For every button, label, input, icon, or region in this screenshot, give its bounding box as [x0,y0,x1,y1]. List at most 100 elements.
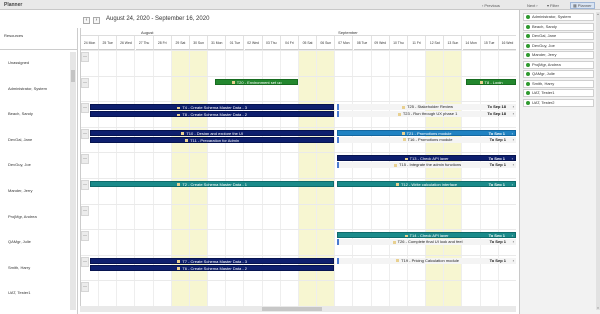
scroll-up-icon[interactable]: ▴ [596,12,600,16]
person-icon [526,100,530,105]
row-handle[interactable]: — [81,205,89,216]
next-button[interactable]: Next › [527,2,538,9]
panel-resource-item[interactable]: DevGal, Jane [523,32,594,40]
task-end-date: To Sep 1 [488,156,505,162]
resource-panel: ▴ ▾ Administrator, System Beach, Sandy DevG… [519,10,600,314]
resource-label: DevGal, Jane [8,136,33,142]
task-icon [479,81,483,84]
task-label: T8 - Login [484,79,503,85]
task-bar[interactable]: T10 - Design and explore the UI [90,129,335,136]
task-bar[interactable]: T16 - Promotions module To Sep 1 › [337,136,516,143]
day-header: 26 Wed [117,36,136,50]
filter-button[interactable]: ▾ Filter [547,2,559,9]
next-range-button[interactable]: › [93,17,100,24]
arrow-right-icon: › [512,162,514,168]
resource-label: UAT, Tester1 [8,290,31,296]
day-header: 14 Mon [462,36,481,50]
day-header: 06 Sun [317,36,336,50]
row-divider [81,75,516,77]
panel-resource-item[interactable]: UAT, Tester2 [523,98,594,107]
row-handle[interactable]: — [81,52,89,62]
panel-resource-item[interactable]: Beach, Sandy [523,22,594,31]
scroll-down-icon[interactable]: ▾ [596,306,600,310]
task-bar[interactable]: T11 - Preparation for Admin [90,136,335,143]
task-icon [392,240,396,244]
row-handle[interactable]: — [81,128,89,139]
day-header: 10 Thu [389,36,408,50]
date-range-label: August 24, 2020 - September 16, 2020 [106,16,210,22]
task-bar[interactable]: T25 - Stakeholder Review To Sep 18 › [337,104,516,111]
task-label: T13 - Check API layer [409,156,449,162]
task-bar[interactable]: T23 - Run through UX phase 1 To Sep 18 › [337,111,516,118]
row-handle[interactable]: — [81,256,89,267]
row-divider [81,126,516,128]
task-bar[interactable]: T21 - Promotions module To Sep 1 › [337,129,516,136]
person-icon [526,81,530,86]
panel-resource-item[interactable]: UAT, Tester1 [523,89,594,97]
task-label: T4 - Create Schema Master Data - 3 [182,105,248,111]
task-bar[interactable]: T15 - Integrate the admin functions To Se… [337,162,516,169]
title-bar: Planner ‹ Previous Next › ▾ Filter ▦ Planner [0,0,600,10]
task-bar[interactable]: T2 - Create Schema Master Data - 1 [90,181,335,187]
panel-resource-item[interactable]: Mander, Jerry [523,51,594,59]
task-bar[interactable]: T8 - Login [466,78,516,85]
planner-button[interactable]: ▦ Planner [570,2,595,9]
arrow-right-icon: › [512,111,514,117]
row-divider [81,280,516,282]
arrow-right-icon: › [512,104,514,110]
panel-scrollbar[interactable]: ▴ ▾ [596,12,600,310]
row-handle[interactable]: — [81,77,89,88]
task-bar[interactable]: T7 - Create Schema Master Data - 3 [90,257,335,264]
day-header: 15 Tue [480,36,499,50]
vertical-scrollbar[interactable] [70,52,76,310]
person-icon [526,62,530,67]
panel-resource-item[interactable]: Administrator, System [523,13,594,21]
task-bar[interactable]: T6 - Create Schema Master Data - 2 [90,264,335,271]
scroll-thumb[interactable] [71,70,75,82]
row-handle[interactable]: — [81,180,89,190]
previous-button[interactable]: ‹ Previous [482,2,500,9]
day-header: 27 Thu [135,36,154,50]
panel-resource-item[interactable]: DevGuy, Joe [523,41,594,50]
task-icon [402,105,406,109]
task-label: T6 - Create Schema Master Data - 2 [182,265,248,271]
panel-resource-label: DevGal, Jane [532,33,557,38]
task-bar[interactable]: T20 - Environment set up [215,78,298,85]
panel-resource-label: UAT, Tester1 [532,90,555,95]
row-handle[interactable]: — [81,154,89,165]
task-icon [395,183,399,186]
task-bar[interactable]: T4 - Create Schema Master Data - 3 [90,104,335,111]
panel-resource-item[interactable]: ProjMgr, Andrea [523,60,594,69]
task-bar[interactable]: T8 - Create Schema Master Data - 2 [90,111,335,118]
panel-resource-item[interactable]: Smith, Harry [523,79,594,88]
row-handle[interactable]: — [81,103,89,114]
task-bar[interactable]: T14 - Check API layer To Sep 1 › [337,232,516,239]
panel-resource-label: Administrator, System [532,14,571,19]
task-label: T26 - Complete final UI look and feel [397,239,463,245]
panel-resource-item[interactable]: QAMgr, Julie [523,70,594,78]
task-label: T21 - Promotions module [406,130,452,136]
person-icon [526,91,530,95]
horizontal-scrollbar[interactable] [80,306,516,312]
task-bar[interactable]: T12 - Write calculation interface To Sep … [337,181,516,187]
day-header: 09 Wed [371,36,390,50]
month-header: August [81,28,209,36]
task-icon [404,234,408,238]
task-bar[interactable]: T26 - Complete final UI look and feel To … [337,239,516,246]
resource-label: Smith, Harry [8,264,31,270]
task-bar[interactable]: T13 - Check API layer To Sep 1 › [337,155,516,162]
row-divider [81,152,516,154]
row-handle[interactable]: — [81,282,89,293]
person-icon [526,15,530,19]
chevron-right-icon: › [536,3,538,8]
task-bar[interactable]: T19 - Pricing Calculation module To Sep 1… [337,257,516,264]
scroll-thumb[interactable] [262,307,322,311]
task-end-date: To Sep 1 [488,233,505,239]
resources-column: Unassigned Administrator, System Beach, Sa… [0,50,78,314]
task-end-date: To Sep 18 [487,111,506,117]
person-icon [526,43,530,48]
day-header: 30 Sun [190,36,209,50]
row-handle[interactable]: — [81,231,89,242]
prev-range-button[interactable]: ‹ [83,17,90,24]
task-label: T20 - Environment set up [236,79,282,85]
